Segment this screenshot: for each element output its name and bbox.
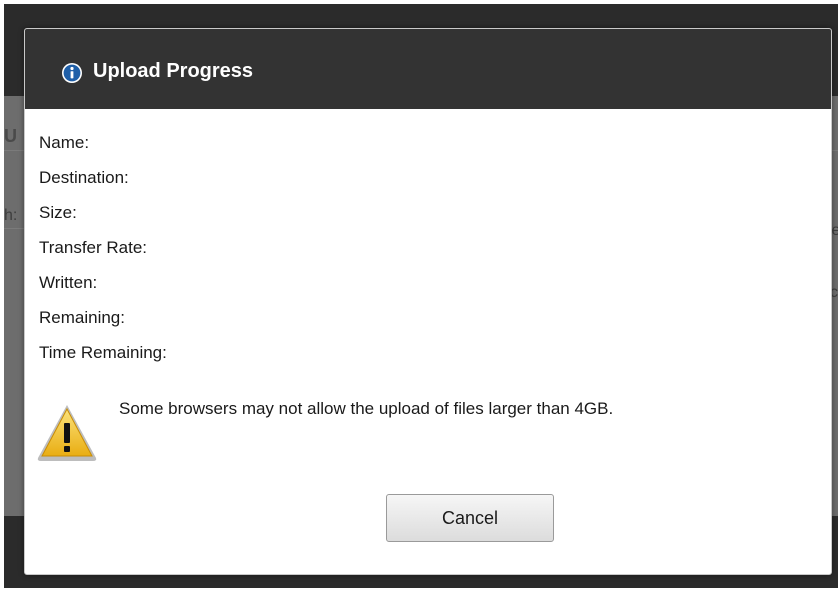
dialog-title: Upload Progress — [93, 60, 254, 82]
info-icon — [62, 63, 82, 83]
field-time-remaining-label: Time Remaining: — [39, 343, 167, 362]
field-written-label: Written: — [39, 273, 98, 292]
background-text-fragment: U — [4, 126, 17, 146]
field-transfer-rate-label: Transfer Rate: — [39, 238, 148, 257]
field-size-label: Size: — [39, 203, 77, 222]
background-text-fragment: h: — [4, 207, 18, 224]
field-remaining-label: Remaining: — [39, 308, 125, 327]
field-destination-label: Destination: — [39, 168, 129, 187]
upload-progress-dialog: Upload Progress Name: Destination: Size:… — [24, 28, 832, 575]
field-name-label: Name: — [39, 133, 90, 152]
dialog-header: Upload Progress — [25, 29, 831, 109]
warning-icon — [37, 405, 97, 461]
upload-details: Name: Destination: Size: Transfer Rate: … — [39, 132, 167, 377]
upload-size-warning: Some browsers may not allow the upload o… — [119, 399, 614, 418]
cancel-button[interactable]: Cancel — [386, 494, 554, 542]
